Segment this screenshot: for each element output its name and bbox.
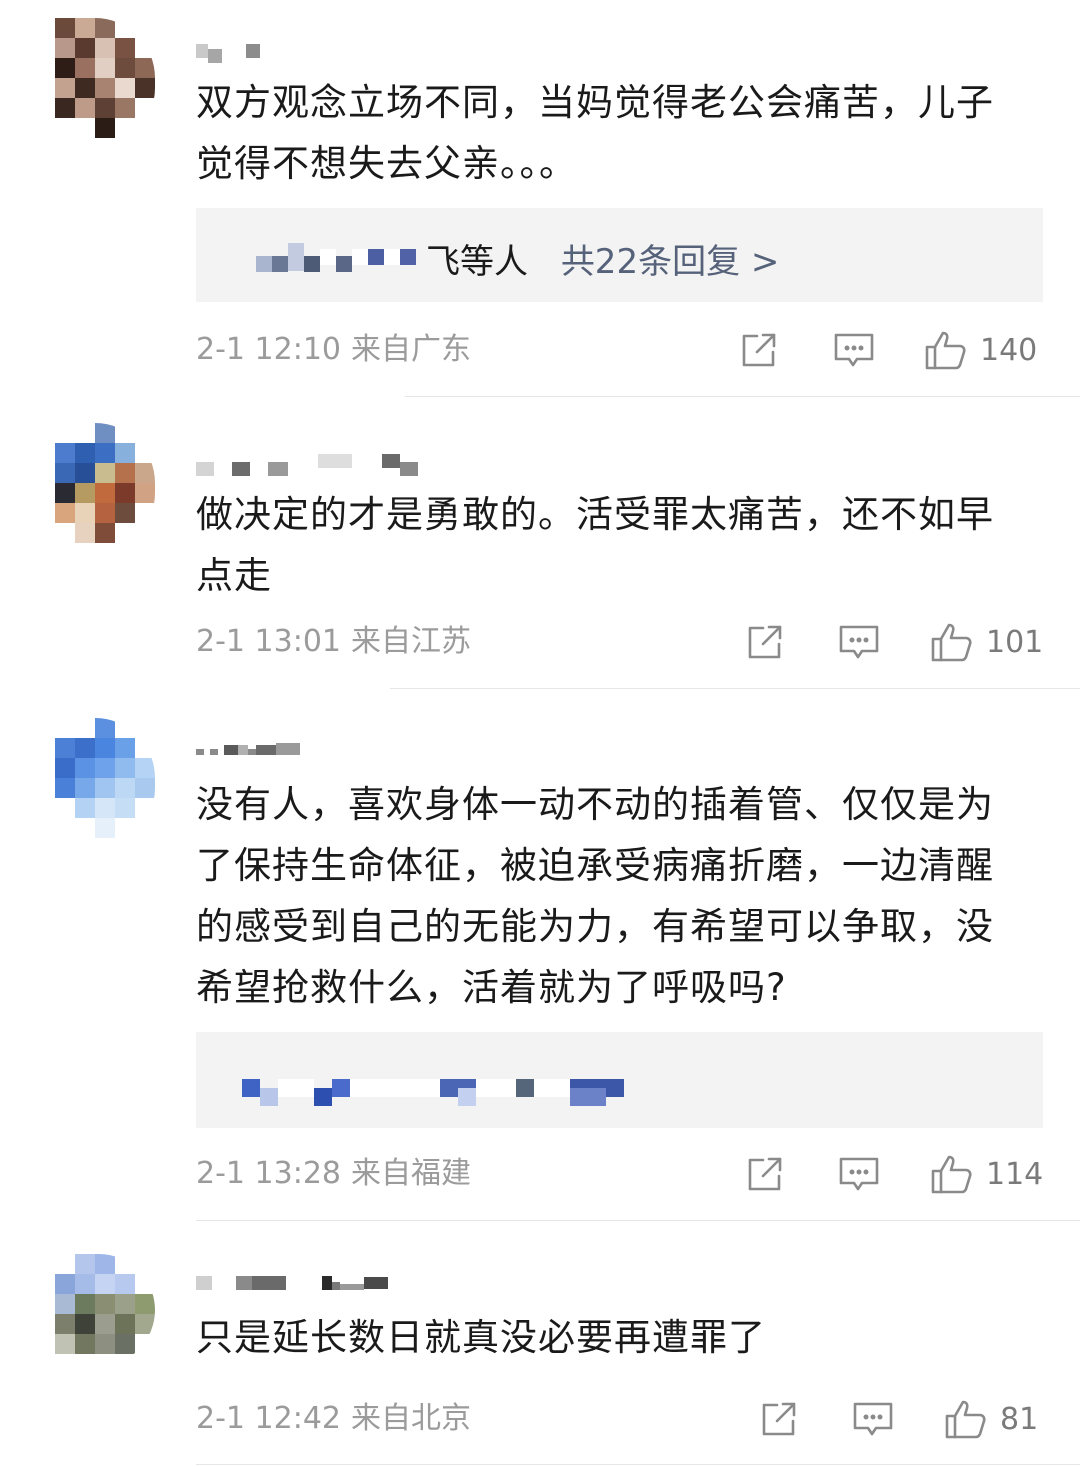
thumbs-up-icon bbox=[924, 329, 968, 371]
comment-date: 2-1 12:10 bbox=[196, 332, 341, 367]
username-blurred[interactable] bbox=[196, 1268, 388, 1298]
comment-icon bbox=[838, 622, 880, 662]
like-count: 140 bbox=[980, 332, 1038, 368]
divider bbox=[390, 688, 1080, 689]
share-icon bbox=[745, 622, 785, 662]
comment-date: 2-1 13:28 bbox=[196, 1156, 341, 1191]
like-button[interactable]: 101 bbox=[930, 620, 1043, 664]
avatar[interactable] bbox=[55, 1254, 155, 1366]
divider bbox=[405, 396, 1080, 397]
share-button[interactable] bbox=[745, 620, 785, 664]
comment-date: 2-1 12:42 bbox=[196, 1401, 341, 1436]
reply-usernames-blurred bbox=[256, 242, 416, 272]
avatar[interactable] bbox=[55, 423, 155, 553]
comment-location: 来自江苏 bbox=[351, 624, 471, 659]
comment-button[interactable] bbox=[852, 1397, 894, 1441]
comment-text: 只是延长数日就真没必要再遭罪了 bbox=[196, 1316, 766, 1359]
comment-meta: 2-1 12:42 来自北京 81 bbox=[196, 1397, 1041, 1441]
like-button[interactable]: 114 bbox=[930, 1152, 1043, 1196]
username-blurred[interactable] bbox=[196, 446, 418, 476]
comment-icon bbox=[833, 330, 875, 370]
reply-preview-box[interactable] bbox=[196, 1032, 1043, 1128]
comment-meta: 2-1 13:01 来自江苏 101 bbox=[196, 620, 1043, 664]
like-count: 101 bbox=[986, 624, 1044, 660]
avatar[interactable] bbox=[55, 18, 155, 148]
divider bbox=[196, 1220, 1080, 1221]
share-icon bbox=[739, 330, 779, 370]
comment-button[interactable] bbox=[838, 1152, 880, 1196]
like-count: 114 bbox=[986, 1156, 1044, 1192]
avatar[interactable] bbox=[55, 718, 155, 848]
like-button[interactable]: 81 bbox=[944, 1397, 1038, 1441]
like-count: 81 bbox=[1000, 1401, 1039, 1437]
reply-link[interactable]: 飞等人 共22条回复 > bbox=[426, 234, 779, 283]
like-button[interactable]: 140 bbox=[924, 328, 1037, 372]
comment-text: 没有人，喜欢身体一动不动的插着管、仅仅是为了保持生命体征，被迫承受病痛折磨，一边… bbox=[196, 783, 994, 1009]
comment-date: 2-1 13:01 bbox=[196, 624, 341, 659]
comment-meta: 2-1 13:28 来自福建 114 bbox=[196, 1152, 1043, 1196]
share-icon bbox=[745, 1154, 785, 1194]
comment-icon bbox=[838, 1154, 880, 1194]
share-icon bbox=[759, 1399, 799, 1439]
comment-button[interactable] bbox=[838, 620, 880, 664]
reply-count-link[interactable]: 共22条回复 > bbox=[561, 242, 780, 282]
share-button[interactable] bbox=[745, 1152, 785, 1196]
thumbs-up-icon bbox=[944, 1398, 988, 1440]
share-button[interactable] bbox=[759, 1397, 799, 1441]
thumbs-up-icon bbox=[930, 621, 974, 663]
comment-meta: 2-1 12:10 来自广东 140 bbox=[196, 328, 1041, 372]
reply-preview-box[interactable]: 飞等人 共22条回复 > bbox=[196, 208, 1043, 302]
comment-icon bbox=[852, 1399, 894, 1439]
comment-location: 来自福建 bbox=[351, 1156, 471, 1191]
comment-location: 来自北京 bbox=[351, 1401, 471, 1436]
thumbs-up-icon bbox=[930, 1153, 974, 1195]
comment-text: 做决定的才是勇敢的。活受罪太痛苦，还不如早点走 bbox=[196, 493, 994, 597]
reply-names-suffix: 飞等人 bbox=[426, 242, 528, 282]
comment-text: 双方观念立场不同，当妈觉得老公会痛苦，儿子觉得不想失去父亲。。。 bbox=[196, 81, 994, 185]
username-blurred[interactable] bbox=[196, 730, 300, 760]
reply-usernames-blurred bbox=[242, 1070, 624, 1106]
divider bbox=[196, 1464, 1080, 1465]
username-blurred[interactable] bbox=[196, 36, 260, 66]
comment-location: 来自广东 bbox=[351, 332, 471, 367]
comment-button[interactable] bbox=[833, 328, 875, 372]
share-button[interactable] bbox=[739, 328, 779, 372]
